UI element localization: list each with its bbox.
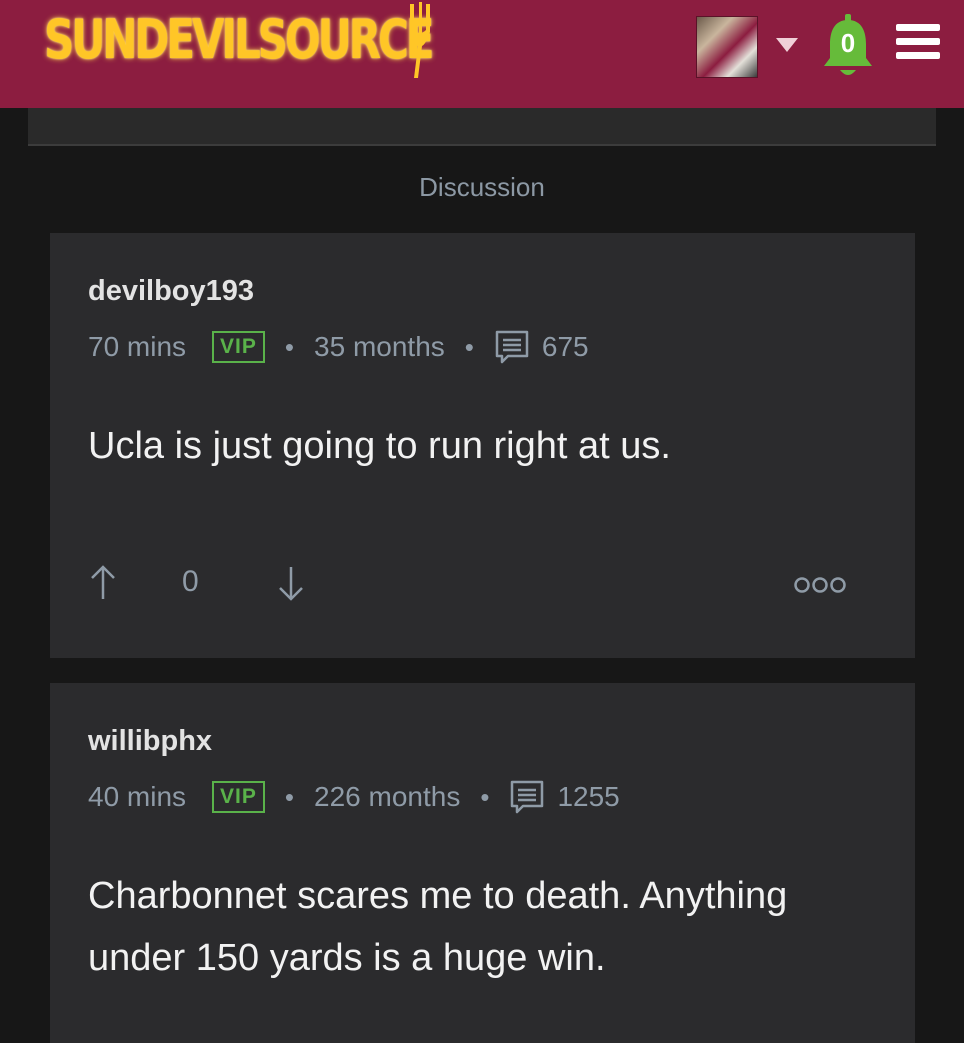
pitchfork-icon	[410, 2, 430, 78]
post-count: 675	[541, 331, 589, 362]
separator-dot: •	[284, 331, 295, 362]
site-header: SUNDEVILSOURCE 0	[0, 0, 964, 108]
upvote-arrow-icon[interactable]	[88, 563, 118, 603]
post-time: 70 mins	[88, 331, 187, 362]
post-card: devilboy193 70 mins VIP • 35 months • 67…	[50, 233, 915, 658]
separator-dot: •	[284, 781, 295, 812]
logo-text: SUNDEVILSOURCE	[44, 8, 435, 71]
post-body: Ucla is just going to run right at us.	[88, 425, 671, 467]
avatar[interactable]	[696, 16, 758, 78]
hamburger-menu-icon[interactable]	[896, 24, 940, 64]
more-options-icon[interactable]	[794, 575, 846, 595]
separator-dot: •	[480, 781, 490, 812]
post-card: willibphx 40 mins VIP • 226 months • 125…	[50, 683, 915, 1043]
top-panel	[28, 108, 936, 146]
notification-count: 0	[840, 28, 856, 58]
post-time: 40 mins	[88, 781, 187, 812]
site-logo[interactable]: SUNDEVILSOURCE	[44, 4, 541, 88]
chevron-down-icon[interactable]	[776, 38, 798, 52]
vip-badge: VIP	[212, 781, 265, 813]
downvote-arrow-icon[interactable]	[276, 563, 306, 603]
vip-badge: VIP	[212, 331, 265, 363]
member-tenure: 35 months	[314, 331, 445, 362]
separator-dot: •	[464, 331, 474, 362]
message-icon	[495, 330, 529, 364]
post-meta: 70 mins VIP • 35 months • 675	[88, 329, 589, 365]
post-body: Charbonnet scares me to death. Anything …	[88, 875, 788, 979]
post-username[interactable]: devilboy193	[88, 275, 254, 308]
post-count: 1255	[557, 781, 620, 812]
vote-bar: 0	[88, 563, 888, 603]
post-meta: 40 mins VIP • 226 months • 1255	[88, 779, 620, 815]
section-title: Discussion	[419, 172, 545, 202]
vote-count: 0	[182, 565, 199, 598]
message-icon	[511, 780, 544, 814]
post-username[interactable]: willibphx	[88, 725, 212, 758]
member-tenure: 226 months	[314, 781, 461, 812]
